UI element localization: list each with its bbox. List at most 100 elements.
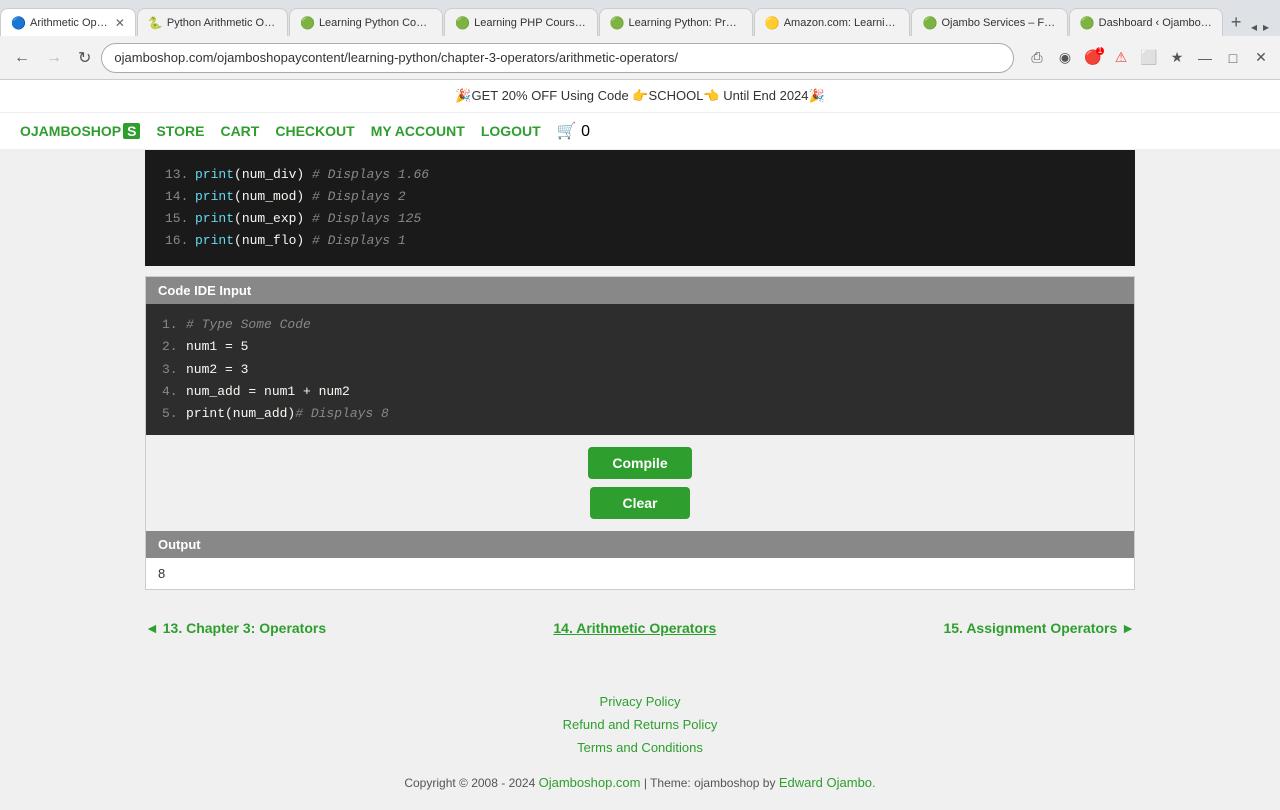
maximize-icon[interactable]: □ bbox=[1222, 47, 1244, 69]
ide-line-1: 1. # Type Some Code bbox=[162, 314, 1118, 336]
security-icon[interactable]: ⚠ bbox=[1110, 47, 1132, 69]
tab-scroll-right[interactable]: ▸ bbox=[1260, 18, 1272, 36]
ide-line-3: 3. num2 = 3 bbox=[162, 359, 1118, 381]
notification-icon[interactable]: 🔴 1 bbox=[1082, 47, 1104, 69]
tab-title-8: Dashboard ‹ Ojambo — W... bbox=[1099, 17, 1213, 29]
ide-linenum-3: 3. bbox=[162, 359, 186, 381]
window-toggle-icon[interactable]: ⬜ bbox=[1138, 47, 1160, 69]
tab-favicon-8: 🟢 bbox=[1080, 16, 1094, 30]
footer-refund-link[interactable]: Refund and Returns Policy bbox=[0, 717, 1280, 732]
close-window-icon[interactable]: ✕ bbox=[1250, 47, 1272, 69]
ide-line-4: 4. num_add = num1 + num2 bbox=[162, 381, 1118, 403]
ide-buttons: Compile Clear bbox=[146, 435, 1134, 531]
ide-code-4: num_add = num1 + num2 bbox=[186, 381, 350, 403]
nav-store[interactable]: STORE bbox=[156, 123, 204, 139]
tab-bar: 🔵 Arithmetic Operators ✕ 🐍 Python Arithm… bbox=[0, 0, 1280, 36]
ide-code-5: print(num_add) bbox=[186, 403, 295, 425]
code-line-16: 16. print(num_flo) # Displays 1 bbox=[165, 230, 1115, 252]
tab-8[interactable]: 🟢 Dashboard ‹ Ojambo — W... bbox=[1069, 8, 1224, 36]
tab-4[interactable]: 🟢 Learning PHP Course - Oj... bbox=[444, 8, 597, 36]
tab-favicon-3: 🟢 bbox=[300, 16, 314, 30]
tab-6[interactable]: 🟡 Amazon.com: Learning PH... bbox=[754, 8, 911, 36]
current-lesson-link[interactable]: 14. Arithmetic Operators bbox=[553, 620, 716, 636]
brand-s: S bbox=[123, 123, 140, 139]
promo-text: 🎉GET 20% OFF Using Code 👉SCHOOL👈 Until E… bbox=[455, 88, 824, 103]
forward-button[interactable]: → bbox=[40, 45, 68, 71]
lesson-navigation: ◄ 13. Chapter 3: Operators 14. Arithmeti… bbox=[145, 600, 1135, 656]
share-icon[interactable]: ⎙ bbox=[1026, 47, 1048, 69]
tab-scroll-arrows: ◂ ▸ bbox=[1248, 18, 1280, 36]
bookmarks-icon[interactable]: ★ bbox=[1166, 47, 1188, 69]
tab-1[interactable]: 🔵 Arithmetic Operators ✕ bbox=[0, 8, 136, 36]
main-content: 13. print(num_div) # Displays 1.66 14. p… bbox=[0, 150, 1280, 656]
new-tab-button[interactable]: + bbox=[1224, 8, 1248, 36]
tab-5[interactable]: 🟢 Learning Python: Program... bbox=[599, 8, 753, 36]
ide-code-1: # Type Some Code bbox=[186, 314, 311, 336]
cart-icon[interactable]: 🛒 0 bbox=[557, 121, 590, 141]
code-content-13: print(num_div) # Displays 1.66 bbox=[195, 164, 429, 186]
footer-terms-link[interactable]: Terms and Conditions bbox=[0, 740, 1280, 755]
code-line-14: 14. print(num_mod) # Displays 2 bbox=[165, 186, 1115, 208]
tab-scroll-left[interactable]: ◂ bbox=[1248, 18, 1260, 36]
tab-title-3: Learning Python Course - ... bbox=[319, 17, 432, 29]
tab-favicon-5: 🟢 bbox=[610, 16, 624, 30]
compile-button[interactable]: Compile bbox=[588, 447, 691, 479]
tab-title-7: Ojambo Services – For Ind... bbox=[941, 17, 1056, 29]
ide-linenum-4: 4. bbox=[162, 381, 186, 403]
tab-title-4: Learning PHP Course - Oj... bbox=[474, 17, 586, 29]
output-header: Output bbox=[146, 531, 1134, 558]
ide-code-3: num2 = 3 bbox=[186, 359, 248, 381]
back-button[interactable]: ← bbox=[8, 45, 36, 71]
tab-favicon-4: 🟢 bbox=[455, 16, 469, 30]
theme-text: | Theme: ojamboshop by bbox=[644, 776, 776, 790]
ide-header: Code IDE Input bbox=[146, 277, 1134, 304]
footer-copyright: Copyright © 2008 - 2024 Ojamboshop.com |… bbox=[0, 775, 1280, 790]
browser-chrome: 🔵 Arithmetic Operators ✕ 🐍 Python Arithm… bbox=[0, 0, 1280, 80]
tab-favicon-2: 🐍 bbox=[148, 16, 162, 30]
tab-favicon-6: 🟡 bbox=[765, 16, 779, 30]
ide-linenum-1: 1. bbox=[162, 314, 186, 336]
footer-privacy-link[interactable]: Privacy Policy bbox=[0, 694, 1280, 709]
code-display-block: 13. print(num_div) # Displays 1.66 14. p… bbox=[145, 150, 1135, 266]
nav-cart[interactable]: CART bbox=[220, 123, 259, 139]
tab-3[interactable]: 🟢 Learning Python Course - ... bbox=[289, 8, 443, 36]
nav-logout[interactable]: LOGOUT bbox=[481, 123, 541, 139]
copyright-text: Copyright © 2008 - 2024 bbox=[404, 776, 535, 790]
tab-7[interactable]: 🟢 Ojambo Services – For Ind... bbox=[911, 8, 1067, 36]
output-value: 8 bbox=[158, 566, 165, 581]
brand[interactable]: OJAMBOSHOP S bbox=[20, 123, 140, 139]
nav-myaccount[interactable]: MY ACCOUNT bbox=[371, 123, 465, 139]
tab-title-6: Amazon.com: Learning PH... bbox=[784, 17, 900, 29]
code-content-16: print(num_flo) # Displays 1 bbox=[195, 230, 406, 252]
next-lesson-link[interactable]: 15. Assignment Operators ► bbox=[943, 620, 1135, 636]
code-line-13: 13. print(num_div) # Displays 1.66 bbox=[165, 164, 1115, 186]
refresh-button[interactable]: ↻ bbox=[72, 44, 97, 72]
promo-bar: 🎉GET 20% OFF Using Code 👉SCHOOL👈 Until E… bbox=[0, 80, 1280, 113]
minimize-icon[interactable]: — bbox=[1194, 47, 1216, 69]
ide-linenum-5: 5. bbox=[162, 403, 186, 425]
output-body: 8 bbox=[146, 558, 1134, 589]
address-bar[interactable]: ojamboshop.com/ojamboshopaycontent/learn… bbox=[101, 43, 1014, 73]
footer-author-link[interactable]: Edward Ojambo. bbox=[779, 775, 876, 790]
tab-close-1[interactable]: ✕ bbox=[115, 16, 125, 30]
ide-comment-5: # Displays 8 bbox=[295, 403, 389, 425]
brand-link[interactable]: OJAMBOSHOP bbox=[20, 123, 121, 139]
ide-code-2: num1 = 5 bbox=[186, 336, 248, 358]
clear-button[interactable]: Clear bbox=[590, 487, 690, 519]
line-number-15: 15. bbox=[165, 208, 195, 230]
brand-name: OJAMBOSHOP bbox=[20, 123, 121, 139]
nav-checkout[interactable]: CHECKOUT bbox=[275, 123, 354, 139]
ide-linenum-2: 2. bbox=[162, 336, 186, 358]
tab-2[interactable]: 🐍 Python Arithmetic Operati... bbox=[137, 8, 288, 36]
footer-site-link[interactable]: Ojamboshop.com bbox=[539, 775, 641, 790]
footer: Privacy Policy Refund and Returns Policy… bbox=[0, 656, 1280, 810]
code-content-14: print(num_mod) # Displays 2 bbox=[195, 186, 406, 208]
ide-line-5: 5. print(num_add) # Displays 8 bbox=[162, 403, 1118, 425]
tab-favicon-1: 🔵 bbox=[11, 16, 25, 30]
ide-section: Code IDE Input 1. # Type Some Code 2. nu… bbox=[145, 276, 1135, 589]
navigation-bar: ← → ↻ ojamboshop.com/ojamboshopaycontent… bbox=[0, 36, 1280, 80]
rss-icon[interactable]: ◉ bbox=[1054, 47, 1076, 69]
ide-input-area[interactable]: 1. # Type Some Code 2. num1 = 5 3. num2 … bbox=[146, 304, 1134, 434]
prev-lesson-link[interactable]: ◄ 13. Chapter 3: Operators bbox=[145, 620, 326, 636]
nav-icons: ⎙ ◉ 🔴 1 ⚠ ⬜ ★ — □ ✕ bbox=[1026, 47, 1272, 69]
